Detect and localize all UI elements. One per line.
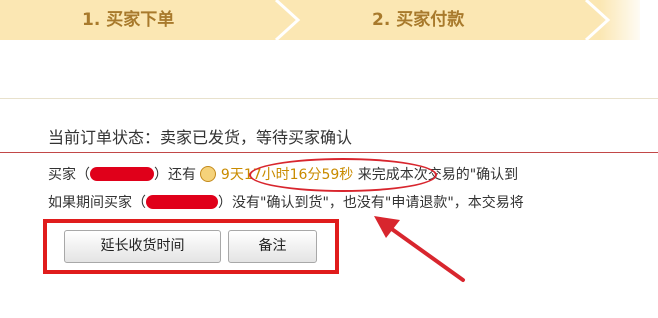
clock-icon: [200, 166, 217, 182]
step-chevron-icon: [274, 0, 301, 40]
buyer-period-label: 如果期间买家（: [48, 195, 146, 211]
redacted-buyer-name-2: [146, 195, 218, 209]
annotation-arrow-icon: [374, 216, 465, 282]
order-status-title: 当前订单状态：卖家已发货，等待买家确认: [48, 128, 353, 147]
remaining-label: ）还有: [154, 167, 196, 183]
countdown-highlight-oval: [249, 158, 437, 192]
status-divider: [0, 152, 658, 153]
redacted-buyer-name: [90, 167, 154, 181]
step-buyer-order: 1. 买家下单: [82, 10, 175, 30]
step-buyer-pay: 2. 买家付款: [372, 10, 465, 30]
extend-receipt-time-button[interactable]: 延长收货时间: [64, 230, 221, 263]
order-steps-bar: 1. 买家下单 2. 买家付款: [0, 0, 658, 40]
note-button[interactable]: 备注: [228, 230, 317, 263]
steps-fade: [600, 0, 658, 40]
buyer-label: 买家（: [48, 167, 90, 183]
